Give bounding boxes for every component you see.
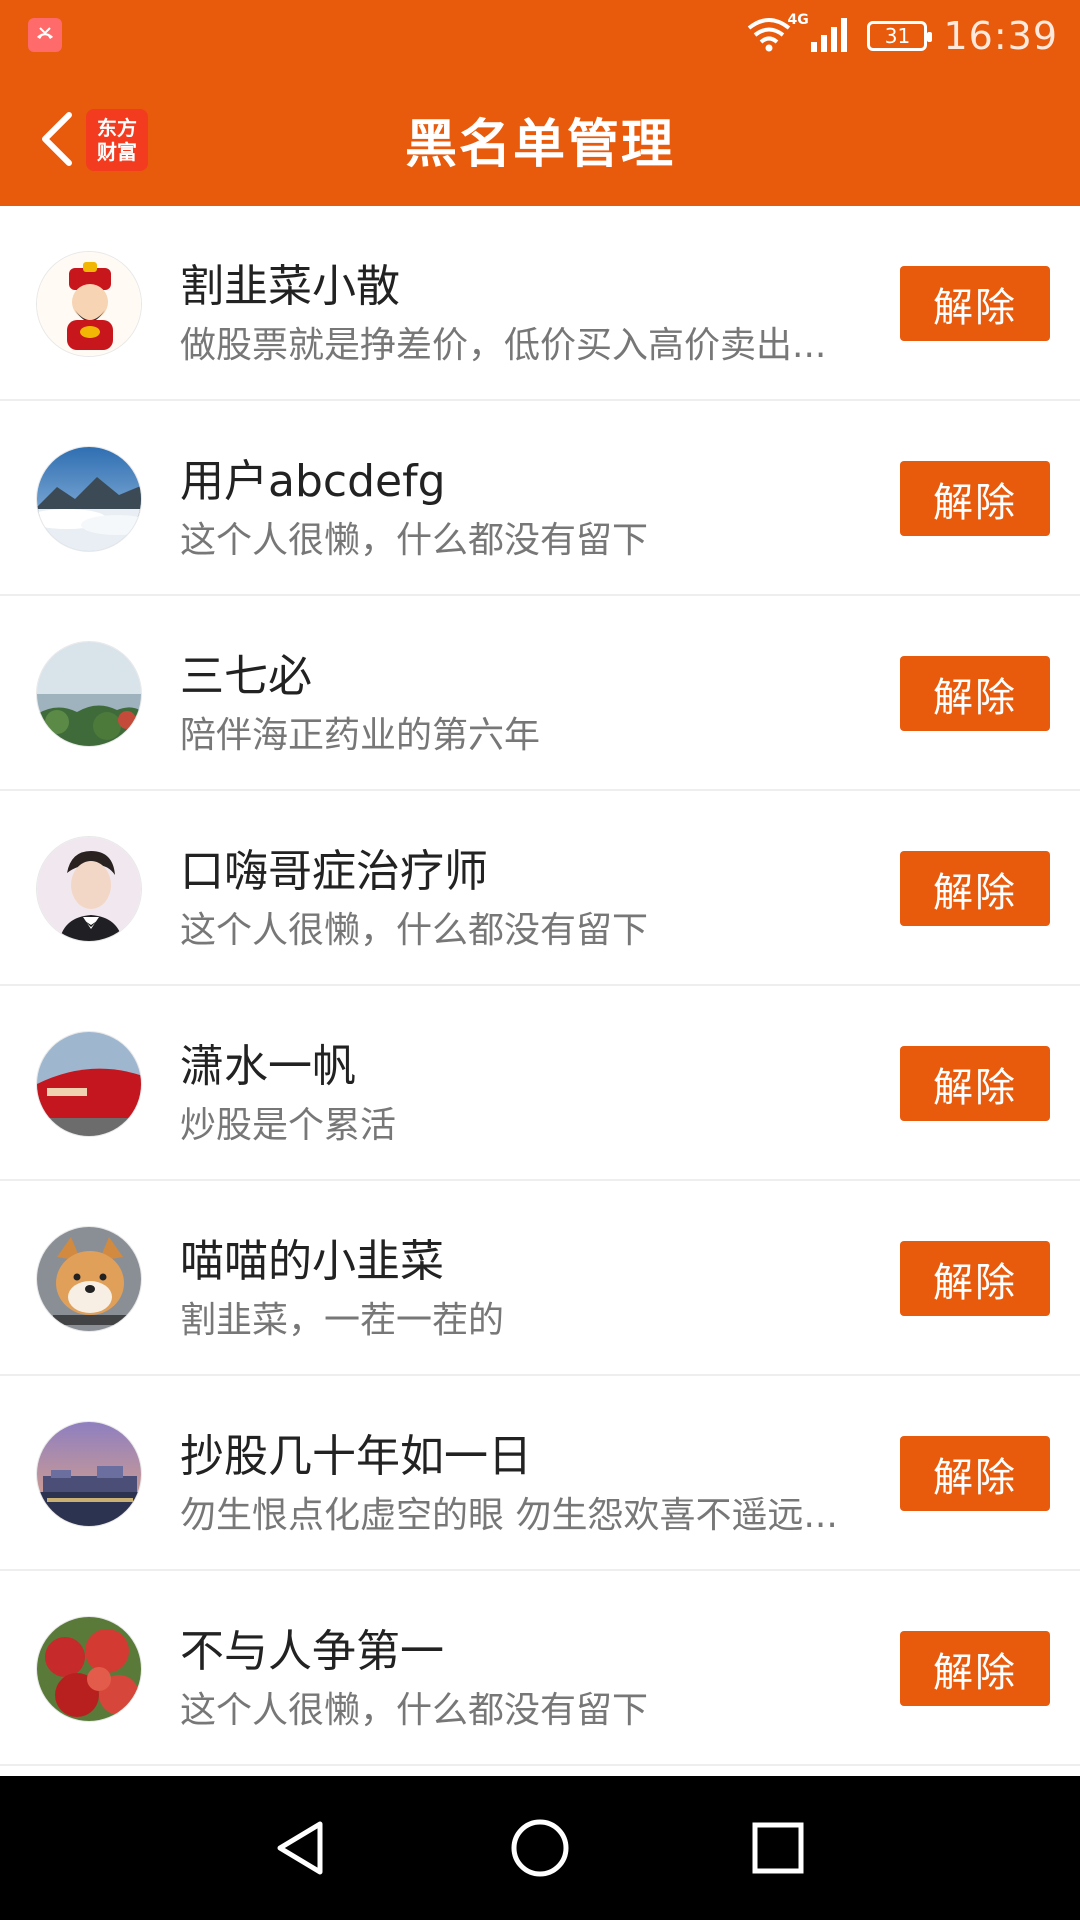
missed-call-icon: [28, 18, 62, 52]
user-signature: 做股票就是挣差价，低价买入高价卖出...: [180, 325, 827, 366]
list-item: 口嗨哥症治疗师 这个人很懒，什么都没有留下 解除: [0, 791, 1080, 986]
header-bar: 黑名单管理 东方 财富: [0, 72, 1080, 206]
user-name[interactable]: 不与人争第一: [180, 1615, 880, 1679]
lake-trees-avatar-icon: [37, 642, 141, 746]
avatar[interactable]: [36, 1421, 142, 1527]
user-signature: 陪伴海正药业的第六年: [180, 715, 541, 756]
unblock-button[interactable]: 解除: [900, 656, 1050, 731]
list-item: 不与人争第一 这个人很懒，什么都没有留下 解除: [0, 1571, 1080, 1766]
cell-signal-icon: 4G: [787, 12, 851, 58]
avatar[interactable]: [36, 641, 142, 747]
wifi-icon: [745, 16, 793, 56]
user-signature: 这个人很懒，什么都没有留下: [180, 1690, 649, 1731]
avatar[interactable]: [36, 836, 142, 942]
app-root: 4G 31 16:39 黑名单管理 东方 财富 割韭菜小散 做股票就是挣差价，低…: [0, 0, 1080, 1920]
avatar[interactable]: [36, 446, 142, 552]
list-item: 潇水一帆 炒股是个累活 解除: [0, 986, 1080, 1181]
user-name[interactable]: 割韭菜小散: [180, 250, 880, 314]
user-name[interactable]: 口嗨哥症治疗师: [180, 835, 880, 899]
list-item: 用户abcdefg 这个人很懒，什么都没有留下 解除: [0, 401, 1080, 596]
unblock-button[interactable]: 解除: [900, 851, 1050, 926]
system-nav-bar: [0, 1776, 1080, 1920]
young-man-portrait-avatar-icon: [37, 837, 141, 941]
mountain-clouds-avatar-icon: [37, 447, 141, 551]
user-signature: 勿生恨点化虚空的眼 勿生怨欢喜不遥远...: [180, 1495, 838, 1536]
list-item: 抄股几十年如一日 勿生恨点化虚空的眼 勿生怨欢喜不遥远... 解除: [0, 1376, 1080, 1571]
user-signature: 炒股是个累活: [180, 1105, 397, 1146]
status-time: 16:39: [943, 14, 1058, 58]
unblock-button[interactable]: 解除: [900, 1241, 1050, 1316]
user-name[interactable]: 潇水一帆: [180, 1030, 880, 1094]
cartoon-god-of-wealth-avatar-icon: [37, 252, 141, 356]
battery-level: 31: [884, 24, 911, 48]
avatar[interactable]: [36, 1226, 142, 1332]
avatar[interactable]: [36, 1031, 142, 1137]
back-triangle-icon[interactable]: [270, 1818, 330, 1878]
app-logo: 东方 财富: [86, 109, 148, 171]
shiba-dog-avatar-icon: [37, 1227, 141, 1331]
chevron-left-icon: [42, 112, 72, 166]
unblock-button[interactable]: 解除: [900, 1436, 1050, 1511]
status-bar: 4G 31 16:39: [0, 0, 1080, 72]
recents-square-icon[interactable]: [748, 1818, 808, 1878]
user-signature: 这个人很懒，什么都没有留下: [180, 910, 649, 951]
list-item: 喵喵的小韭菜 割韭菜，一茬一茬的 解除: [0, 1181, 1080, 1376]
page-title: 黑名单管理: [404, 114, 675, 175]
unblock-button[interactable]: 解除: [900, 1046, 1050, 1121]
list-item: 三七必 陪伴海正药业的第六年 解除: [0, 596, 1080, 791]
logo-line-1: 东方: [97, 116, 137, 140]
list-item: 割韭菜小散 做股票就是挣差价，低价买入高价卖出... 解除: [0, 206, 1080, 401]
network-type-label: 4G: [787, 12, 809, 28]
unblock-button[interactable]: 解除: [900, 1631, 1050, 1706]
unblock-button[interactable]: 解除: [900, 266, 1050, 341]
user-signature: 这个人很懒，什么都没有留下: [180, 520, 649, 561]
battery-icon: 31: [867, 21, 933, 51]
home-circle-icon[interactable]: [510, 1818, 570, 1878]
logo-line-2: 财富: [97, 140, 137, 164]
unblock-button[interactable]: 解除: [900, 461, 1050, 536]
user-signature: 割韭菜，一茬一茬的: [180, 1300, 505, 1341]
red-apples-avatar-icon: [37, 1617, 141, 1721]
user-name[interactable]: 喵喵的小韭菜: [180, 1225, 880, 1289]
back-button[interactable]: [22, 102, 92, 176]
status-right: 4G 31 16:39: [745, 12, 1058, 60]
user-name[interactable]: 用户abcdefg: [180, 445, 880, 509]
user-name[interactable]: 抄股几十年如一日: [180, 1420, 880, 1484]
blacklist-list: 割韭菜小散 做股票就是挣差价，低价买入高价卖出... 解除 用户abcdefg …: [0, 206, 1080, 1776]
city-night-avatar-icon: [37, 1422, 141, 1526]
avatar[interactable]: [36, 251, 142, 357]
red-memorial-sign-avatar-icon: [37, 1032, 141, 1136]
user-name[interactable]: 三七必: [180, 640, 880, 704]
avatar[interactable]: [36, 1616, 142, 1722]
